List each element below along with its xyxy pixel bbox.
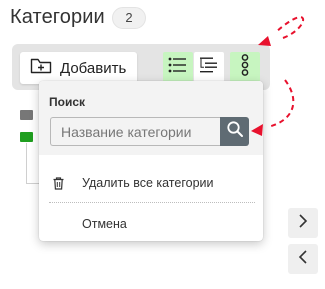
options-popup: Поиск Удалить все категории Отмена	[39, 81, 263, 241]
chevron-right-icon	[298, 213, 308, 233]
more-options-button[interactable]	[230, 52, 260, 82]
tree-connector	[26, 183, 39, 184]
search-section: Поиск	[39, 81, 263, 155]
add-category-button[interactable]: Добавить	[20, 52, 137, 84]
trash-icon	[53, 177, 64, 193]
more-vertical-icon	[240, 53, 250, 81]
tree-connector	[26, 143, 27, 183]
folder-icon	[20, 110, 33, 120]
collapse-button[interactable]	[288, 244, 318, 274]
list-view-icon	[168, 56, 188, 79]
expand-button[interactable]	[288, 208, 318, 238]
folder-plus-icon	[30, 57, 52, 79]
chevron-left-icon	[298, 249, 308, 269]
tree-view-button[interactable]	[194, 52, 224, 82]
search-button[interactable]	[220, 117, 249, 146]
search-icon	[226, 120, 244, 143]
annotation-arrow	[267, 79, 295, 128]
search-input[interactable]	[50, 117, 220, 146]
search-label: Поиск	[49, 95, 86, 109]
cancel-label: Отмена	[82, 217, 127, 231]
menu-divider	[49, 202, 255, 203]
folder-icon	[20, 132, 33, 142]
annotation-arrow	[275, 16, 305, 39]
cancel-item[interactable]: Отмена	[39, 209, 263, 239]
category-count-badge: 2	[112, 7, 146, 29]
delete-all-label: Удалить все категории	[82, 176, 214, 190]
add-button-label: Добавить	[60, 59, 127, 77]
delete-all-categories-item[interactable]: Удалить все категории	[39, 168, 263, 198]
page-title: Категории	[10, 6, 105, 28]
list-view-button[interactable]	[163, 52, 193, 82]
tree-view-icon	[199, 56, 219, 79]
